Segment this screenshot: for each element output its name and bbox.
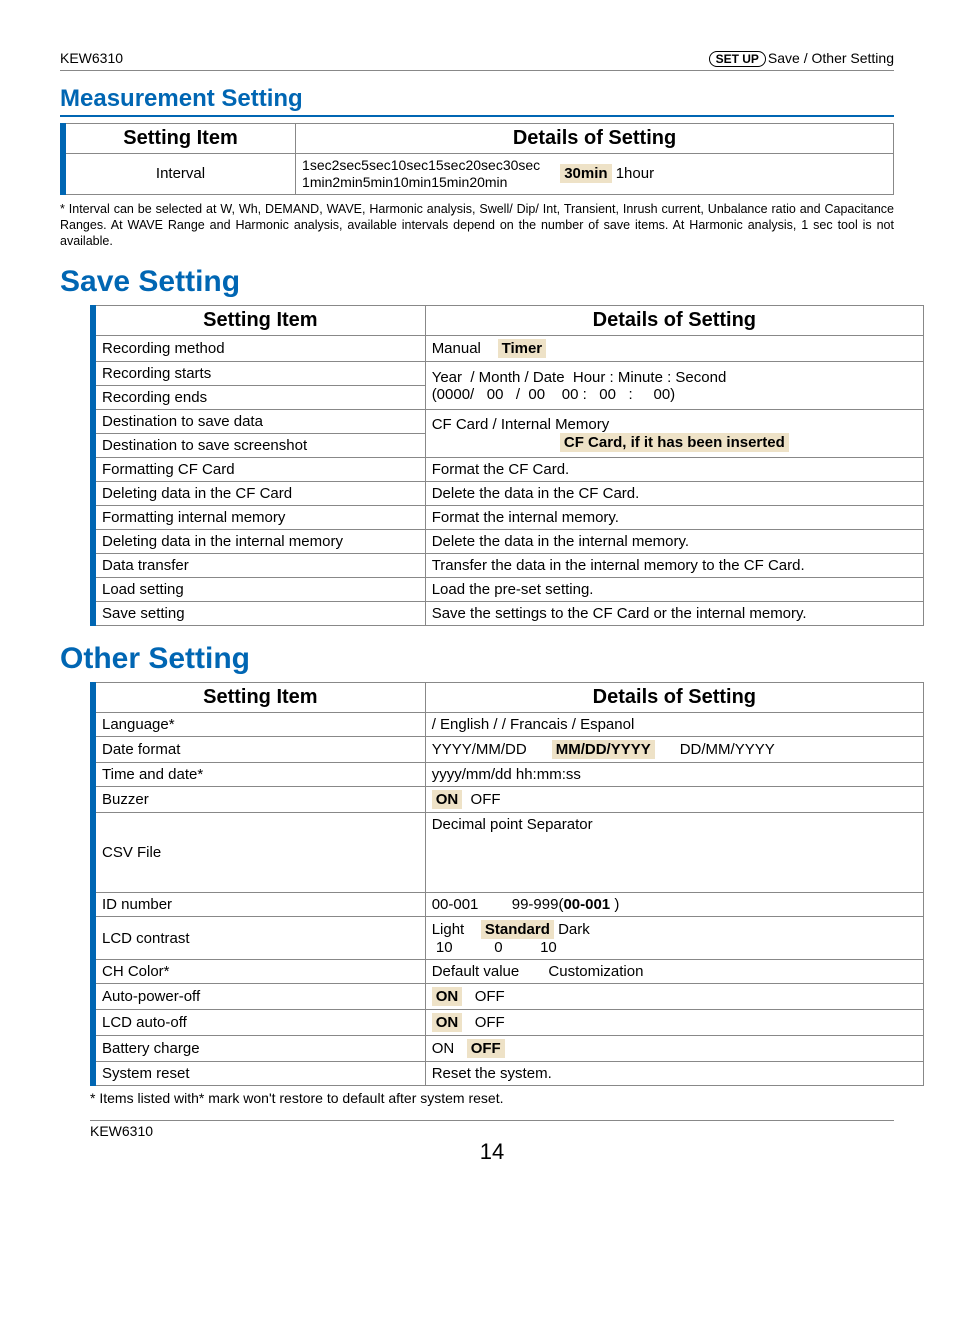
col-setting-item: Setting Item [63,124,296,154]
interval-options: 1sec2sec5sec10sec15sec20sec30sec 1min2mi… [296,154,894,195]
other-footnote: * Items listed with* mark won't restore … [90,1090,894,1106]
setup-pill: SET UP [709,51,766,67]
measurement-table: Setting Item Details of Setting Interval… [60,123,894,195]
header-left: KEW6310 [60,50,123,66]
interval-label: Interval [63,154,296,195]
save-table: Setting Item Details of Setting Recordin… [90,305,924,626]
interval-selected: 30min [560,164,611,183]
measurement-title: Measurement Setting [60,85,894,117]
other-title: Other Setting [60,642,894,676]
measurement-footnote: * Interval can be selected at W, Wh, DEM… [60,201,894,250]
other-table: Setting Item Details of Setting Language… [90,682,924,1086]
header-right: SET UPSave / Other Setting [709,50,894,66]
footer-model: KEW6310 [90,1123,153,1139]
page-header: KEW6310 SET UPSave / Other Setting [60,50,894,71]
col-details: Details of Setting [296,124,894,154]
save-title: Save Setting [60,265,894,299]
page-number: 14 [480,1139,504,1165]
